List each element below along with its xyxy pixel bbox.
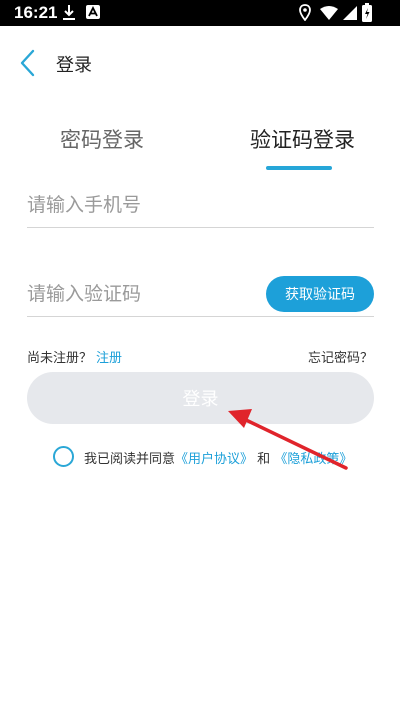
phone-input[interactable] [27, 183, 374, 228]
page-title: 登录 [56, 55, 92, 76]
battery-charging-icon [362, 3, 372, 22]
status-time: 16:21 [14, 3, 58, 22]
download-icon [63, 5, 75, 20]
agreement-and: 和 [257, 452, 271, 467]
agreement-checkbox[interactable] [53, 446, 74, 467]
active-tab-indicator [266, 166, 332, 170]
app-notification-icon [86, 5, 100, 19]
login-screen: 16:21 登录 密码登录 验证码登录 请输入手机号 请输入验证码 获取验证码 … [0, 0, 400, 710]
get-code-button[interactable]: 获取验证码 [266, 276, 374, 312]
location-icon [299, 4, 311, 21]
forgot-password-link[interactable]: 忘记密码？ [308, 347, 373, 366]
tab-password-login[interactable]: 密码登录 [60, 124, 144, 154]
agreement-text: 我已阅读并同意《用户协议》 和 《隐私政策》 [84, 448, 352, 467]
signal-icon [343, 6, 357, 20]
tab-code-login[interactable]: 验证码登录 [250, 124, 355, 154]
status-bar: 16:21 [0, 0, 400, 26]
back-arrow-icon[interactable] [14, 48, 42, 78]
user-agreement-link[interactable]: 《用户协议》 [175, 452, 253, 467]
register-prompt-text: 尚未注册？ [27, 351, 93, 366]
privacy-policy-link[interactable]: 《隐私政策》 [274, 452, 352, 467]
register-link[interactable]: 注册 [96, 351, 122, 366]
login-button[interactable]: 登录 [27, 372, 374, 424]
agreement-prefix: 我已阅读并同意 [84, 452, 176, 467]
wifi-icon [320, 6, 338, 20]
register-prompt: 尚未注册？ 注册 [27, 347, 122, 366]
code-input-underline [27, 316, 374, 317]
verification-code-input[interactable] [27, 272, 257, 316]
